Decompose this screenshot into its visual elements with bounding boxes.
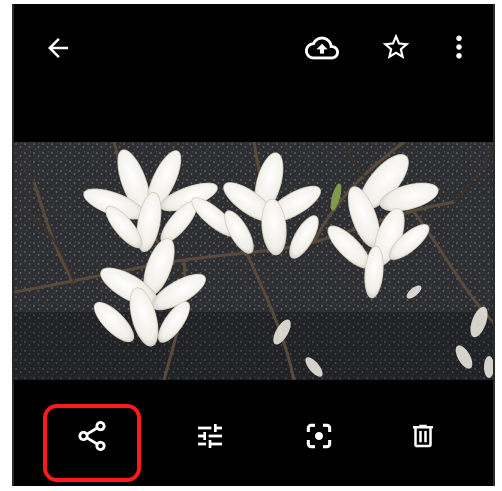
- lens-icon: [306, 423, 332, 449]
- lens-button[interactable]: [291, 408, 347, 464]
- bottom-action-bar: [14, 380, 493, 486]
- top-app-bar: [14, 4, 493, 94]
- photo-viewer-screen: [12, 4, 495, 486]
- cloud-upload-icon: [305, 36, 339, 60]
- back-arrow-icon: [48, 38, 68, 58]
- share-button[interactable]: [62, 406, 122, 466]
- delete-button[interactable]: [395, 408, 451, 464]
- magnolia-blossom-image: [14, 142, 493, 380]
- edit-button[interactable]: [182, 408, 238, 464]
- delete-icon: [413, 424, 433, 448]
- back-button[interactable]: [40, 30, 76, 66]
- more-vert-icon: [456, 35, 462, 59]
- photo[interactable]: [14, 142, 493, 380]
- favorite-button[interactable]: [378, 29, 414, 65]
- edit-adjust-icon: [198, 424, 222, 448]
- more-options-button[interactable]: [444, 29, 474, 65]
- backup-button[interactable]: [302, 30, 342, 66]
- star-icon: [382, 33, 410, 59]
- share-icon: [78, 420, 106, 452]
